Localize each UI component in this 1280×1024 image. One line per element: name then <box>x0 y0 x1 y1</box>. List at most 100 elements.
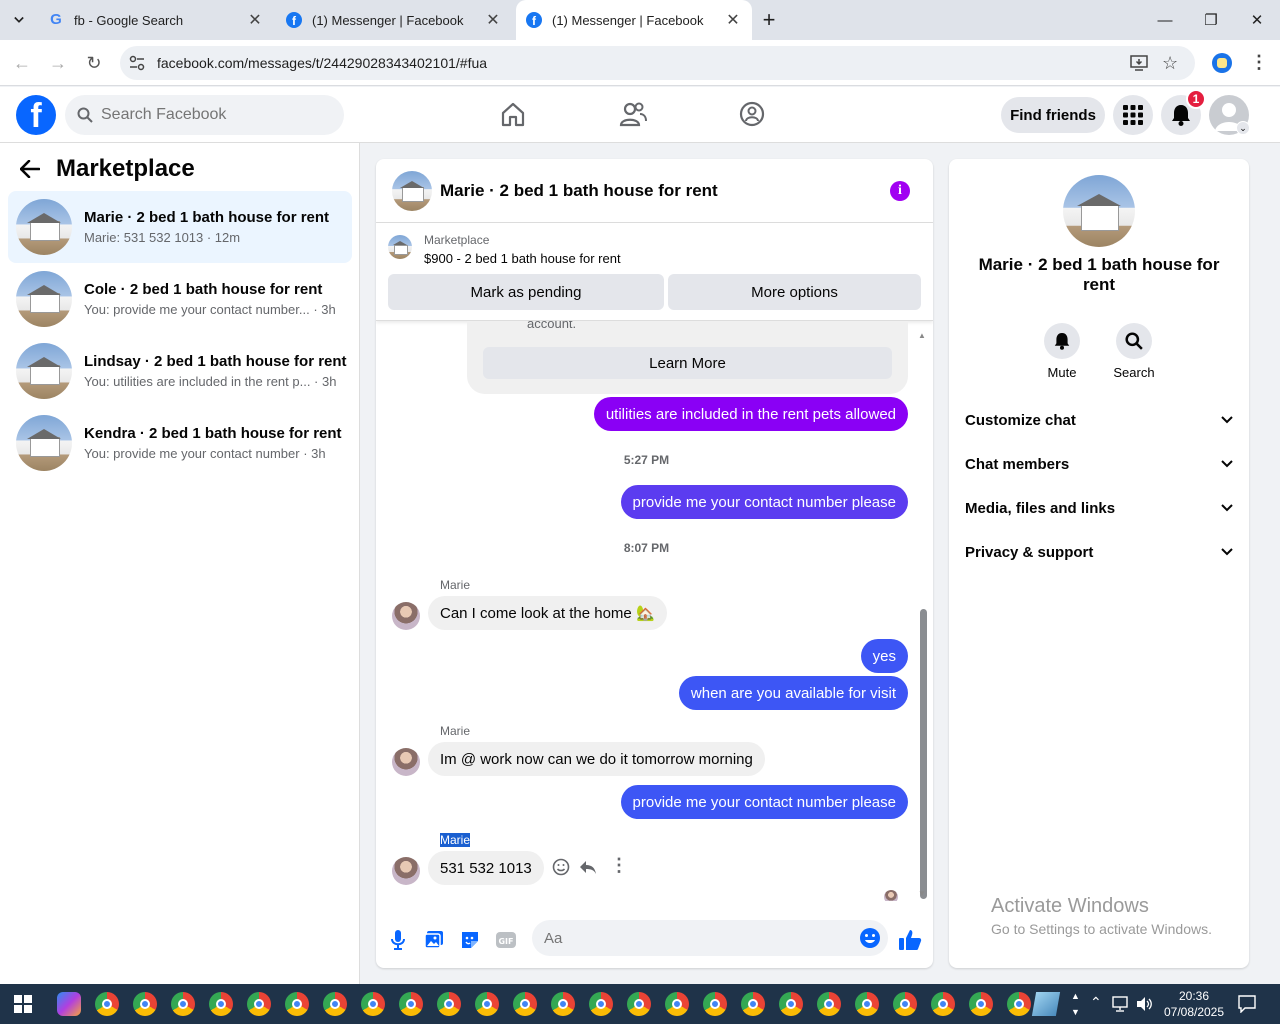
find-friends-button[interactable]: Find friends <box>1001 97 1105 133</box>
site-settings-icon[interactable] <box>129 55 145 71</box>
chrome-profile-icon[interactable] <box>133 992 157 1016</box>
message-bubble-outgoing[interactable]: utilities are included in the rent pets … <box>593 397 908 431</box>
mark-as-pending-button[interactable]: Mark as pending <box>388 274 664 310</box>
chrome-profile-icon[interactable] <box>893 992 917 1016</box>
scroll-up-icon[interactable]: ▲ <box>918 331 926 340</box>
sender-avatar[interactable] <box>392 857 420 885</box>
tab-messenger-1[interactable]: f (1) Messenger | Facebook ✕ <box>276 0 512 40</box>
back-button[interactable]: ← <box>9 50 35 76</box>
learn-more-button[interactable]: Learn More <box>483 347 892 379</box>
chrome-profile-icon[interactable] <box>703 992 727 1016</box>
tab-search-dropdown[interactable] <box>4 0 34 40</box>
groups-nav-button[interactable] <box>737 99 767 129</box>
chrome-profile-icon[interactable] <box>247 992 271 1016</box>
chrome-profile-icon[interactable] <box>855 992 879 1016</box>
conversation-item[interactable]: Lindsay · 2 bed 1 bath house for rent Yo… <box>8 335 352 407</box>
more-options-button[interactable]: More options <box>668 274 921 310</box>
message-bubble-outgoing[interactable]: when are you available for visit <box>678 676 908 710</box>
sticker-button[interactable] <box>458 928 482 952</box>
react-button[interactable] <box>552 858 572 878</box>
home-nav-button[interactable] <box>498 99 528 129</box>
show-hidden-icons[interactable]: ⌃ <box>1090 994 1102 1011</box>
reload-button[interactable]: ↻ <box>81 50 107 76</box>
restore-button[interactable]: ❐ <box>1188 0 1234 40</box>
chrome-profile-icon[interactable] <box>931 992 955 1016</box>
close-icon[interactable]: ✕ <box>246 10 264 30</box>
conversation-item[interactable]: Kendra · 2 bed 1 bath house for rent You… <box>8 407 352 479</box>
emoji-icon[interactable] <box>859 927 881 949</box>
tab-messenger-2[interactable]: f (1) Messenger | Facebook ✕ <box>516 0 752 40</box>
new-tab-button[interactable]: + <box>756 0 782 40</box>
conversation-item[interactable]: Marie · 2 bed 1 bath house for rent Mari… <box>8 191 352 263</box>
sender-avatar[interactable] <box>392 748 420 776</box>
conversation-item[interactable]: Cole · 2 bed 1 bath house for rent You: … <box>8 263 352 335</box>
friends-nav-button[interactable] <box>618 99 648 129</box>
menu-button[interactable] <box>1113 95 1153 135</box>
message-bubble-outgoing[interactable]: provide me your contact number please <box>620 785 908 819</box>
message-bubble-incoming[interactable]: Can I come look at the home 🏡 <box>428 596 667 630</box>
chrome-profile-icon[interactable] <box>437 992 461 1016</box>
voice-clip-button[interactable] <box>386 928 410 952</box>
chrome-profile-icon[interactable] <box>1007 992 1031 1016</box>
chrome-profile-icon[interactable] <box>969 992 993 1016</box>
chrome-profile-icon[interactable] <box>361 992 385 1016</box>
gif-button[interactable]: GIF <box>494 928 518 952</box>
install-app-icon[interactable] <box>1130 54 1148 72</box>
attach-photo-button[interactable] <box>422 928 446 952</box>
close-icon[interactable]: ✕ <box>484 10 502 30</box>
profile-extension-icon[interactable] <box>1212 53 1232 73</box>
message-input[interactable] <box>544 929 844 947</box>
url-text[interactable]: facebook.com/messages/t/2442902834340210… <box>157 55 487 71</box>
chrome-profile-icon[interactable] <box>627 992 651 1016</box>
back-arrow-icon[interactable] <box>20 160 40 178</box>
forward-button[interactable]: → <box>45 50 71 76</box>
copilot-icon[interactable] <box>57 992 81 1016</box>
taskbar-scroll-icon[interactable]: ▲ ▼ <box>1071 988 1080 1020</box>
system-clock[interactable]: 20:36 07/08/2025 <box>1162 988 1226 1020</box>
chrome-profile-icon[interactable] <box>399 992 423 1016</box>
privacy-support-section[interactable]: Privacy & support <box>965 534 1233 570</box>
chrome-profile-icon[interactable] <box>817 992 841 1016</box>
tab-google-search[interactable]: G fb - Google Search ✕ <box>38 0 274 40</box>
listing-thumbnail[interactable] <box>388 235 412 259</box>
chat-title[interactable]: Marie · 2 bed 1 bath house for rent <box>440 181 718 201</box>
chrome-profile-icon[interactable] <box>95 992 119 1016</box>
windows-start-icon[interactable] <box>14 995 32 1013</box>
scroll-down-icon[interactable]: ▼ <box>918 889 926 898</box>
customize-chat-section[interactable]: Customize chat <box>965 402 1233 438</box>
chrome-profile-icon[interactable] <box>285 992 309 1016</box>
close-window-button[interactable]: ✕ <box>1234 0 1280 40</box>
address-bar[interactable]: facebook.com/messages/t/2442902834340210… <box>120 46 1195 80</box>
like-button[interactable] <box>898 928 922 952</box>
network-icon[interactable] <box>1112 996 1130 1012</box>
facebook-search-box[interactable] <box>65 95 344 135</box>
chrome-profile-icon[interactable] <box>202 984 240 1024</box>
message-bubble-outgoing[interactable]: provide me your contact number please <box>620 485 908 519</box>
listing-avatar[interactable] <box>1063 175 1135 247</box>
notepad-icon[interactable] <box>1031 992 1061 1016</box>
search-input[interactable] <box>101 106 321 124</box>
more-icon[interactable]: ⋮ <box>610 855 628 876</box>
notification-center-icon[interactable] <box>1238 995 1256 1013</box>
chrome-profile-icon[interactable] <box>513 992 537 1016</box>
chevron-down-icon[interactable]: ⌄ <box>1236 121 1250 135</box>
search-in-chat-button[interactable]: Search <box>1104 323 1164 380</box>
chrome-profile-icon[interactable] <box>779 992 803 1016</box>
chrome-profile-icon[interactable] <box>475 992 499 1016</box>
message-bubble-incoming[interactable]: 531 532 1013 <box>428 851 544 885</box>
volume-icon[interactable] <box>1136 996 1154 1012</box>
minimize-button[interactable]: — <box>1142 0 1188 40</box>
chrome-profile-icon[interactable] <box>323 992 347 1016</box>
info-icon[interactable]: i <box>890 181 910 201</box>
bookmark-star-icon[interactable]: ☆ <box>1162 53 1178 74</box>
message-bubble-outgoing[interactable]: yes <box>860 639 908 673</box>
sender-avatar[interactable] <box>392 602 420 630</box>
facebook-logo-icon[interactable]: f <box>16 95 56 135</box>
chrome-profile-icon[interactable] <box>589 992 613 1016</box>
close-icon[interactable]: ✕ <box>724 10 742 30</box>
scrollbar-thumb[interactable] <box>920 609 927 899</box>
message-input-box[interactable] <box>532 920 888 956</box>
chat-members-section[interactable]: Chat members <box>965 446 1233 482</box>
browser-menu-icon[interactable]: ⋮ <box>1250 52 1268 73</box>
chrome-profile-icon[interactable] <box>171 992 195 1016</box>
